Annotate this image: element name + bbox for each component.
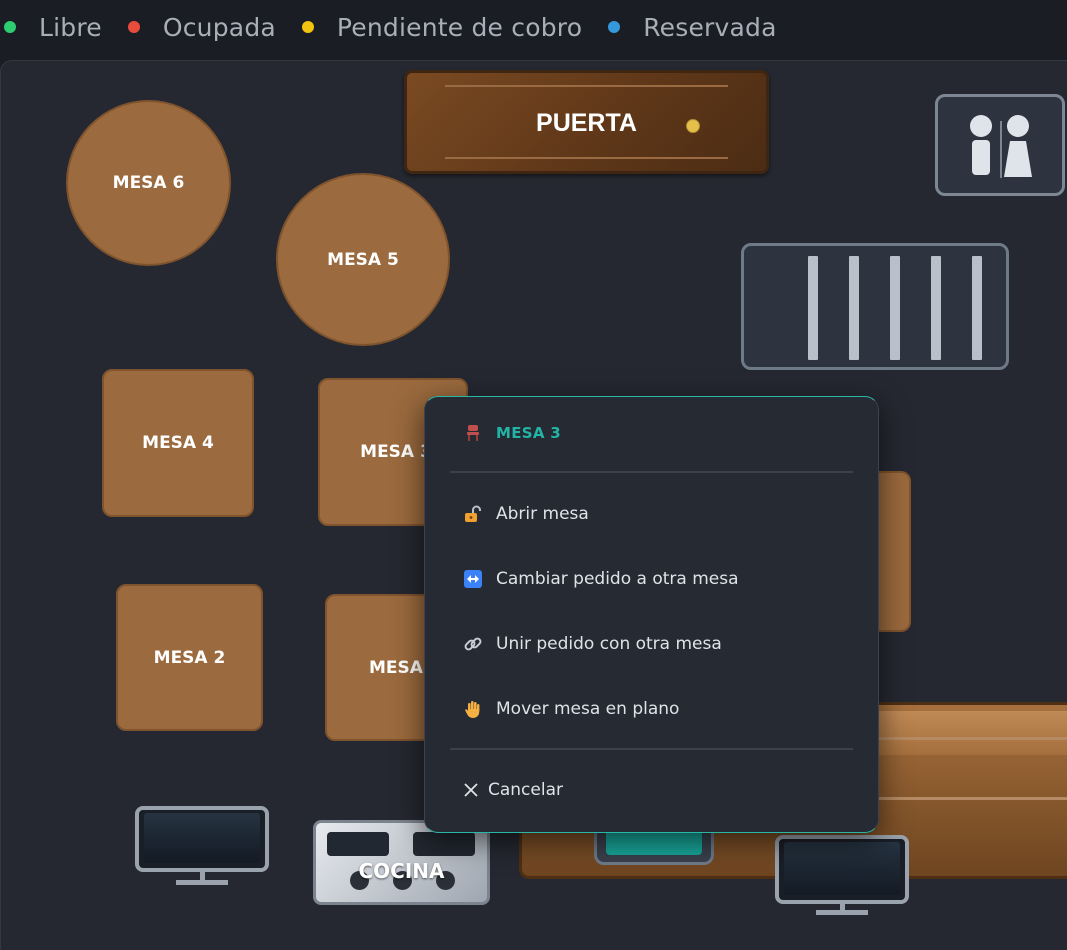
menu-item-label: Unir pedido con otra mesa — [496, 634, 722, 654]
unlock-icon — [463, 505, 482, 524]
table-label: MESA 2 — [153, 647, 226, 668]
table-context-menu: MESA 3 Abrir mesa Cambiar pedido a otra … — [424, 396, 879, 833]
table-mesa-2[interactable]: MESA 2 — [116, 584, 263, 731]
floor-plan-page: Libre Ocupada Pendiente de cobro Reserva… — [0, 0, 1067, 950]
legend-item-libre: Libre — [4, 13, 102, 42]
legend-item-reservada: Reservada — [608, 13, 776, 42]
close-icon — [463, 781, 479, 800]
door-knob — [686, 119, 700, 133]
restroom-icon — [935, 94, 1065, 196]
menu-item-label: Mover mesa en plano — [496, 699, 680, 719]
left-right-arrow-icon — [463, 570, 482, 589]
menu-item-label: Abrir mesa — [496, 504, 589, 524]
legend-label: Reservada — [643, 12, 777, 42]
table-label: MESA 3 — [360, 442, 432, 462]
legend-label: Ocupada — [162, 12, 276, 42]
kitchen-label: COCINA — [358, 859, 445, 883]
menu-item-label: Cambiar pedido a otra mesa — [496, 569, 739, 589]
table-label: MESA 6 — [112, 173, 185, 193]
table-label: MESA — [369, 657, 423, 678]
divider — [450, 471, 853, 473]
cancel-button[interactable]: Cancelar — [463, 780, 563, 800]
divider — [450, 748, 853, 750]
status-dot-libre — [4, 21, 16, 33]
menu-item-abrir-mesa[interactable]: Abrir mesa — [463, 504, 589, 524]
status-legend: Libre Ocupada Pendiente de cobro Reserva… — [0, 0, 1067, 54]
status-dot-pendiente — [301, 21, 314, 33]
status-dot-ocupada — [127, 21, 140, 33]
monitor-icon — [775, 835, 909, 904]
legend-item-pendiente: Pendiente de cobro — [301, 12, 583, 42]
cancel-label: Cancelar — [488, 780, 563, 800]
table-mesa-6[interactable]: MESA 6 — [66, 100, 231, 266]
menu-header: MESA 3 — [463, 423, 561, 442]
hand-icon — [463, 700, 482, 719]
legend-label: Pendiente de cobro — [336, 12, 583, 42]
legend-item-ocupada: Ocupada — [127, 12, 276, 42]
menu-item-cambiar-pedido[interactable]: Cambiar pedido a otra mesa — [463, 569, 739, 589]
table-mesa-4[interactable]: MESA 4 — [102, 369, 254, 517]
menu-title: MESA 3 — [496, 423, 562, 442]
status-dot-reservada — [608, 21, 621, 33]
chair-icon — [463, 423, 482, 442]
stairs — [741, 243, 1009, 370]
monitor-icon — [135, 806, 269, 872]
link-icon — [463, 635, 482, 654]
table-mesa-5[interactable]: MESA 5 — [276, 173, 450, 346]
menu-item-mover-mesa[interactable]: Mover mesa en plano — [463, 699, 679, 719]
table-label: MESA 4 — [142, 433, 214, 453]
menu-item-unir-pedido[interactable]: Unir pedido con otra mesa — [463, 634, 722, 654]
legend-label: Libre — [39, 12, 102, 42]
table-label: MESA 5 — [327, 249, 399, 270]
door-label: PUERTA — [536, 109, 637, 137]
door: PUERTA — [404, 70, 769, 174]
